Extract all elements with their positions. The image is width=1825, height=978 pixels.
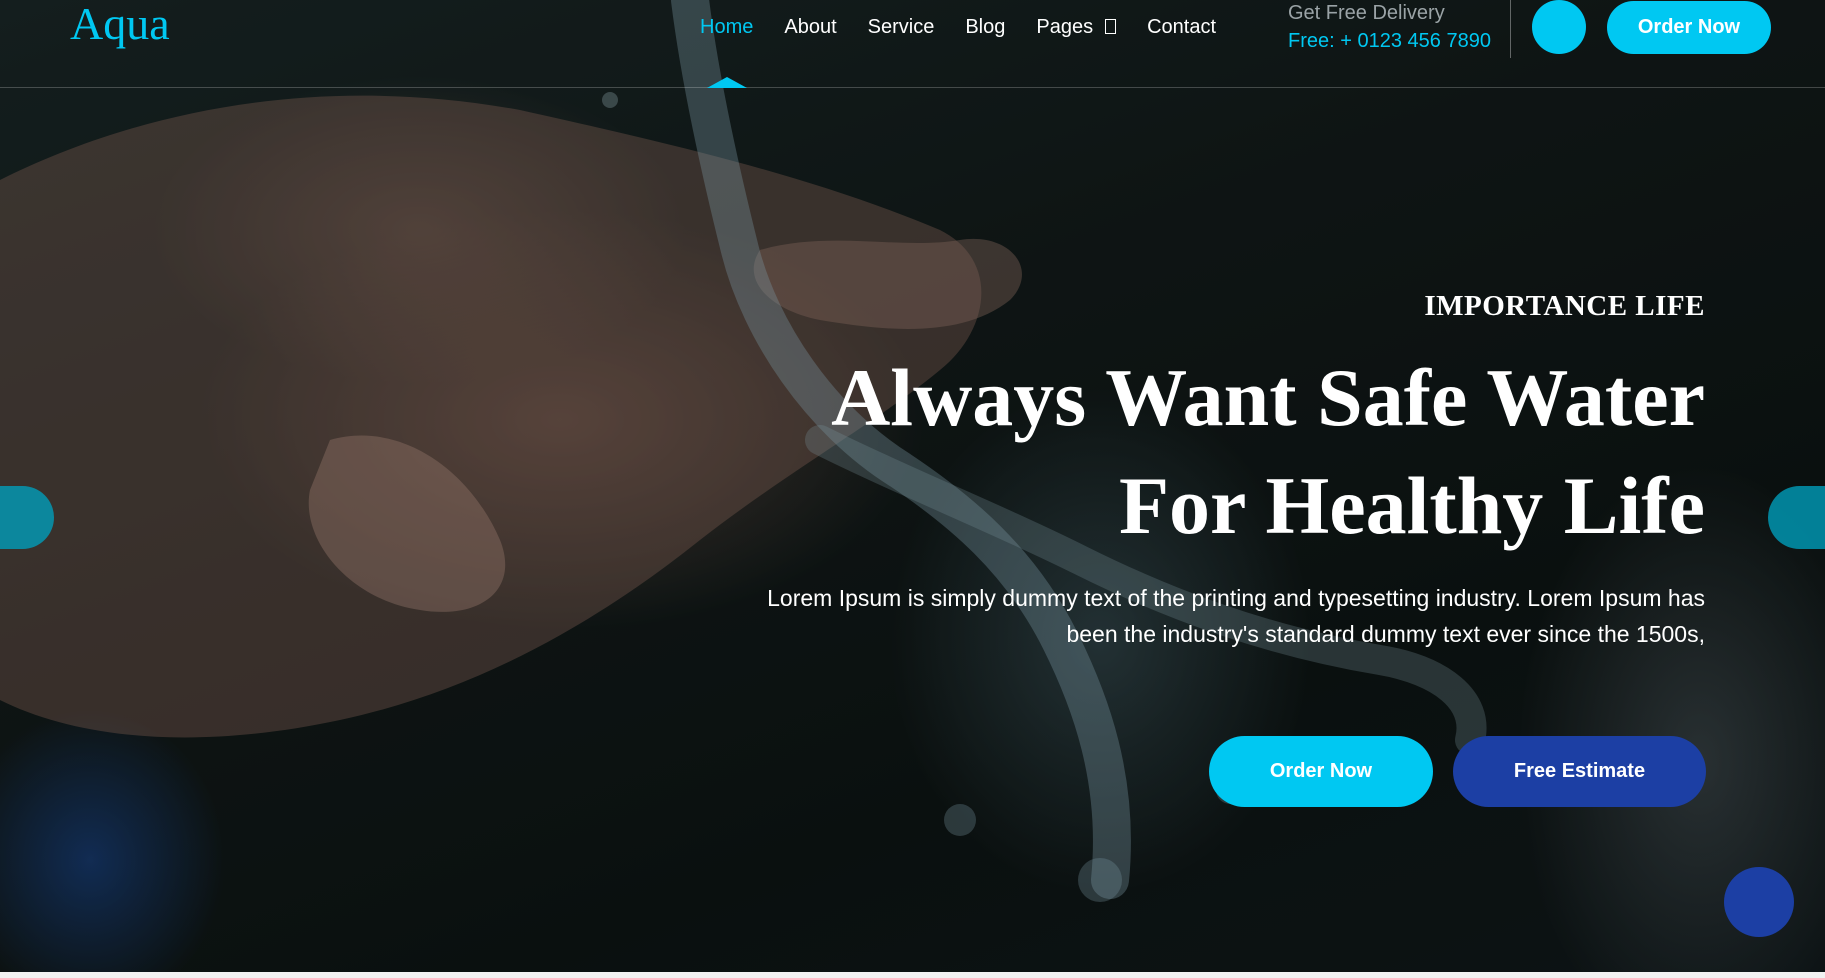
- hero-headline-line-2: For Healthy Life: [1118, 460, 1705, 551]
- page-bottom-strip: [0, 972, 1825, 978]
- header-icon-button[interactable]: [1532, 0, 1586, 54]
- nav-item-home[interactable]: Home: [700, 12, 753, 88]
- delivery-info: Get Free Delivery Free: + 0123 456 7890: [1288, 0, 1491, 56]
- nav-item-service[interactable]: Service: [868, 12, 935, 42]
- hero-description: Lorem Ipsum is simply dummy text of the …: [767, 585, 1705, 647]
- back-to-top-button[interactable]: [1724, 867, 1794, 937]
- nav-item-about[interactable]: About: [784, 12, 836, 42]
- hero-headline: Always Want Safe Water For Healthy Life: [605, 344, 1705, 560]
- delivery-label: Get Free Delivery: [1288, 2, 1445, 24]
- header-divider: [1510, 0, 1511, 58]
- nav-item-contact[interactable]: Contact: [1147, 12, 1216, 42]
- site-header: Aqua Home About Service Blog Pages Conta…: [0, 0, 1825, 88]
- hero-buttons: Order Now Free Estimate: [1209, 736, 1706, 807]
- chevron-down-icon: [1105, 19, 1117, 34]
- free-estimate-button[interactable]: Free Estimate: [1453, 736, 1706, 807]
- main-nav: Home About Service Blog Pages Contact: [700, 12, 1247, 88]
- nav-item-blog[interactable]: Blog: [965, 12, 1005, 42]
- brand-logo[interactable]: Aqua: [70, 0, 170, 48]
- hero-content: IMPORTANCE LIFE Always Want Safe Water F…: [605, 286, 1705, 652]
- nav-item-pages-label: Pages: [1036, 16, 1094, 38]
- carousel-next-button[interactable]: [1768, 486, 1825, 549]
- header-order-button[interactable]: Order Now: [1607, 1, 1771, 54]
- hero-eyebrow: IMPORTANCE LIFE: [1424, 290, 1705, 322]
- nav-item-pages[interactable]: Pages: [1036, 12, 1117, 42]
- delivery-phone[interactable]: Free: + 0123 456 7890: [1288, 26, 1491, 56]
- hero-section: Aqua Home About Service Blog Pages Conta…: [0, 0, 1825, 978]
- hero-headline-line-1: Always Want Safe Water: [831, 352, 1705, 443]
- hero-order-button[interactable]: Order Now: [1209, 736, 1433, 807]
